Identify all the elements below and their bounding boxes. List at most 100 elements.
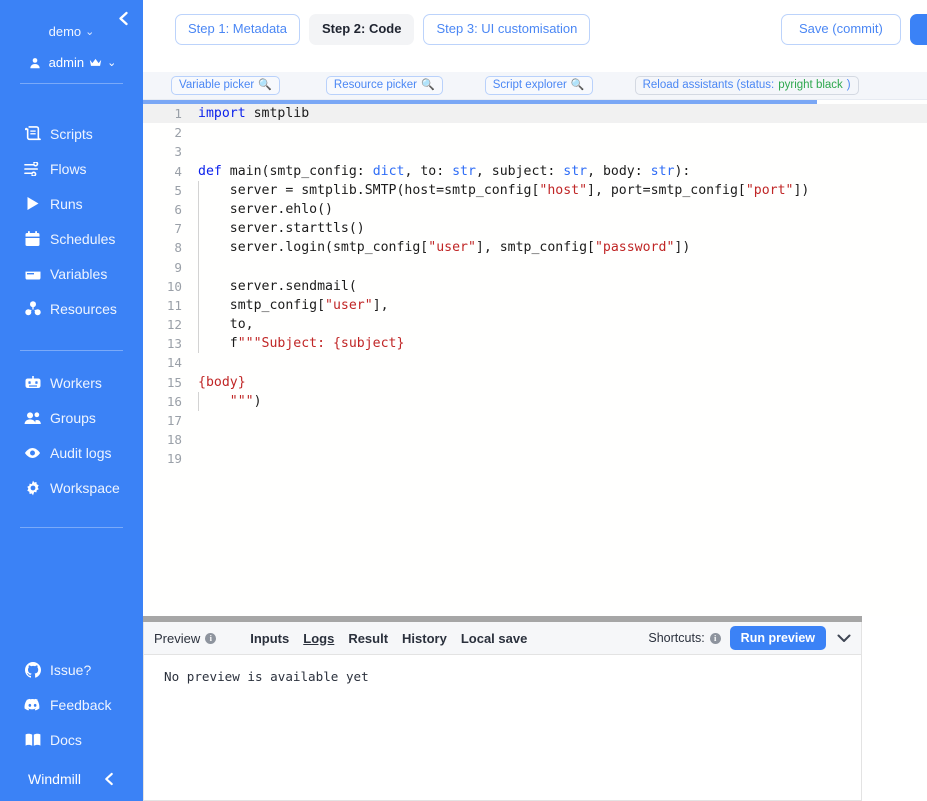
code-line[interactable]: 12 to,: [143, 315, 927, 334]
code-line[interactable]: 19: [143, 449, 927, 468]
code-line[interactable]: 4def main(smtp_config: dict, to: str, su…: [143, 162, 927, 181]
chevron-down-icon: [837, 634, 851, 643]
book-icon: [24, 731, 41, 748]
code-line[interactable]: 14: [143, 353, 927, 372]
line-text: server.starttls(): [191, 219, 365, 238]
sidebar-item-runs[interactable]: Runs: [0, 186, 143, 221]
sidebar-item-resources[interactable]: Resources: [0, 291, 143, 326]
info-icon[interactable]: i: [205, 633, 216, 644]
run-preview-button[interactable]: Run preview: [730, 626, 826, 650]
code-token: {body}: [198, 375, 246, 390]
code-line[interactable]: 8 server.login(smtp_config["user"], smtp…: [143, 238, 927, 257]
script-explorer-button[interactable]: Script explorer 🔍: [485, 76, 593, 96]
tab-step-1-metadata[interactable]: Step 1: Metadata: [175, 14, 300, 45]
reload-suffix-label: ): [847, 79, 851, 93]
line-number: 7: [143, 219, 191, 238]
sidebar-item-workers[interactable]: Workers: [0, 365, 143, 400]
code-line[interactable]: 10 server.sendmail(: [143, 277, 927, 296]
line-number: 17: [143, 411, 191, 430]
resource-picker-button[interactable]: Resource picker 🔍: [326, 76, 443, 96]
tab-inputs[interactable]: Inputs: [250, 631, 289, 646]
preview-title-label: Preview: [154, 631, 200, 646]
sidebar-item-flows[interactable]: Flows: [0, 151, 143, 186]
code-token: "user": [428, 240, 476, 255]
sidebar-item-scripts[interactable]: Scripts: [0, 116, 143, 151]
sidebar-item-groups[interactable]: Groups: [0, 400, 143, 435]
chevron-left-icon: [117, 11, 130, 26]
sidebar-item-label: Audit logs: [50, 446, 111, 460]
info-icon[interactable]: i: [710, 633, 721, 644]
tab-result[interactable]: Result: [348, 631, 388, 646]
code-line[interactable]: 17: [143, 411, 927, 430]
gear-icon: [24, 479, 41, 496]
line-number: 6: [143, 200, 191, 219]
code-line[interactable]: 15{body}: [143, 373, 927, 392]
line-text: server.login(smtp_config["user"], smtp_c…: [191, 238, 690, 257]
magnifier-icon: 🔍: [258, 79, 272, 92]
panel-actions: Shortcuts: i Run preview: [648, 626, 861, 650]
tab-logs[interactable]: Logs: [303, 631, 334, 646]
next-button[interactable]: Next: [910, 14, 927, 45]
variable-picker-label: Variable picker: [179, 79, 254, 93]
code-editor[interactable]: 1import smtplib234def main(smtp_config: …: [143, 100, 927, 616]
code-token: smtp_config[: [198, 298, 325, 313]
tab-step-3-ui-customisation[interactable]: Step 3: UI customisation: [423, 14, 590, 45]
code-line[interactable]: 9: [143, 258, 927, 277]
code-line[interactable]: 2: [143, 123, 927, 142]
code-line[interactable]: 6 server.ehlo(): [143, 200, 927, 219]
magnifier-icon: 🔍: [571, 79, 585, 92]
code-lines[interactable]: 1import smtplib234def main(smtp_config: …: [143, 100, 927, 469]
save-commit-button[interactable]: Save (commit): [781, 14, 901, 45]
code-token: "port": [746, 183, 794, 198]
code-line[interactable]: 5 server = smtplib.SMTP(host=smtp_config…: [143, 181, 927, 200]
crown-icon: [89, 54, 102, 71]
code-token: "user": [325, 298, 373, 313]
assistant-toolbar: Variable picker 🔍 Resource picker 🔍 Scri…: [143, 72, 927, 100]
code-token: dict: [373, 164, 405, 179]
code-token: str: [452, 164, 476, 179]
code-token: , to:: [404, 164, 452, 179]
variable-picker-button[interactable]: Variable picker 🔍: [171, 76, 280, 96]
play-icon: [24, 195, 41, 212]
sidebar-nav-primary: Scripts Flows Runs Schedules: [0, 116, 143, 326]
sidebar-item-label: Resources: [50, 302, 117, 316]
panel-collapse-button[interactable]: [835, 634, 853, 643]
sidebar-collapse-button[interactable]: [113, 8, 133, 28]
sidebar-item-docs[interactable]: Docs: [0, 722, 143, 757]
line-text: def main(smtp_config: dict, to: str, sub…: [191, 162, 690, 181]
sidebar-item-issue[interactable]: Issue?: [0, 652, 143, 687]
code-line[interactable]: 11 smtp_config["user"],: [143, 296, 927, 315]
code-token: , body:: [587, 164, 651, 179]
resources-icon: [24, 300, 41, 317]
calendar-icon: [24, 230, 41, 247]
code-token: ], smtp_config[: [476, 240, 595, 255]
bottom-panel-body: No preview is available yet: [144, 655, 861, 800]
user-menu[interactable]: admin ⌄: [0, 54, 143, 71]
sidebar-item-variables[interactable]: Variables: [0, 256, 143, 291]
sidebar-footer: Windmill: [0, 771, 143, 801]
code-line[interactable]: 3: [143, 142, 927, 161]
wallet-icon: [24, 265, 41, 282]
code-token: import: [198, 106, 246, 121]
code-line[interactable]: 13 f"""Subject: {subject}: [143, 334, 927, 353]
sidebar-item-audit-logs[interactable]: Audit logs: [0, 435, 143, 470]
reload-assistants-button[interactable]: Reload assistants (status: pyright black…: [635, 76, 859, 96]
flow-icon: [24, 160, 41, 177]
sidebar-item-feedback[interactable]: Feedback: [0, 687, 143, 722]
sidebar-item-schedules[interactable]: Schedules: [0, 221, 143, 256]
tab-step-2-code[interactable]: Step 2: Code: [309, 14, 414, 45]
code-line[interactable]: 1import smtplib: [143, 104, 927, 123]
tab-local-save[interactable]: Local save: [461, 631, 528, 646]
code-token: f: [198, 336, 238, 351]
code-line[interactable]: 7 server.starttls(): [143, 219, 927, 238]
code-line[interactable]: 16 """): [143, 392, 927, 411]
line-text: to,: [191, 315, 254, 334]
tab-history[interactable]: History: [402, 631, 447, 646]
code-line[interactable]: 18: [143, 430, 927, 449]
line-number: 13: [143, 334, 191, 353]
sidebar-item-label: Runs: [50, 197, 83, 211]
step-tabs: Step 1: Metadata Step 2: Code Step 3: UI…: [175, 14, 590, 45]
chevron-down-icon: ⌄: [107, 56, 116, 69]
sidebar-item-workspace[interactable]: Workspace: [0, 470, 143, 505]
sidebar-footer-collapse-button[interactable]: [103, 772, 115, 786]
